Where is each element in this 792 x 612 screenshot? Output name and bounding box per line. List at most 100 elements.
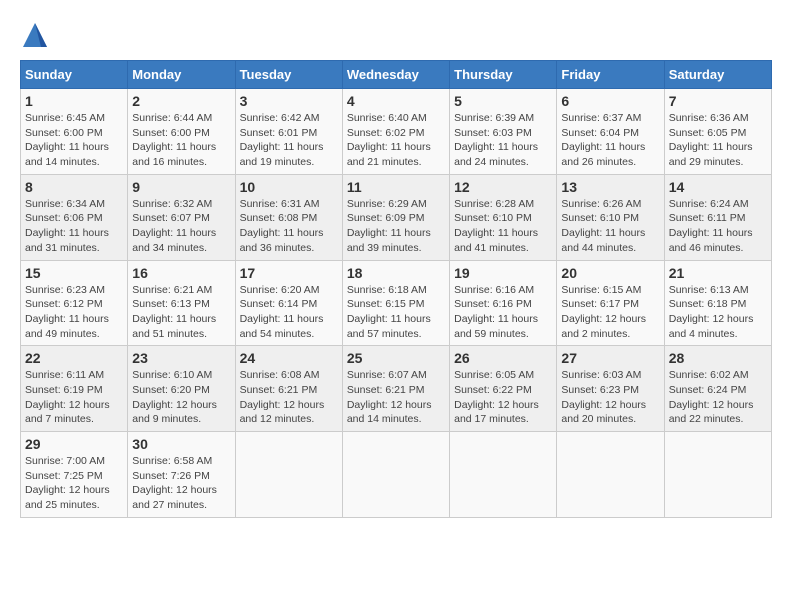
day-info: Sunrise: 6:31 AMSunset: 6:08 PMDaylight:… <box>240 197 338 256</box>
calendar-cell: 16 Sunrise: 6:21 AMSunset: 6:13 PMDayligh… <box>128 260 235 346</box>
day-info: Sunrise: 6:16 AMSunset: 6:16 PMDaylight:… <box>454 283 552 342</box>
day-number: 12 <box>454 179 552 195</box>
calendar-cell: 27 Sunrise: 6:03 AMSunset: 6:23 PMDayligh… <box>557 346 664 432</box>
day-number: 23 <box>132 350 230 366</box>
day-number: 14 <box>669 179 767 195</box>
calendar-cell: 7 Sunrise: 6:36 AMSunset: 6:05 PMDaylight… <box>664 89 771 175</box>
day-info: Sunrise: 6:11 AMSunset: 6:19 PMDaylight:… <box>25 368 123 427</box>
day-number: 3 <box>240 93 338 109</box>
day-number: 7 <box>669 93 767 109</box>
calendar-cell: 14 Sunrise: 6:24 AMSunset: 6:11 PMDayligh… <box>664 174 771 260</box>
day-number: 17 <box>240 265 338 281</box>
calendar-cell: 4 Sunrise: 6:40 AMSunset: 6:02 PMDaylight… <box>342 89 449 175</box>
day-number: 21 <box>669 265 767 281</box>
calendar-cell: 2Sunrise: 6:44 AMSunset: 6:00 PMDaylight… <box>128 89 235 175</box>
day-info: Sunrise: 6:58 AMSunset: 7:26 PMDaylight:… <box>132 454 230 513</box>
day-info: Sunrise: 6:40 AMSunset: 6:02 PMDaylight:… <box>347 111 445 170</box>
day-number: 2 <box>132 93 230 109</box>
calendar-cell: 8 Sunrise: 6:34 AMSunset: 6:06 PMDaylight… <box>21 174 128 260</box>
day-number: 16 <box>132 265 230 281</box>
calendar-cell: 28 Sunrise: 6:02 AMSunset: 6:24 PMDayligh… <box>664 346 771 432</box>
day-number: 4 <box>347 93 445 109</box>
day-number: 26 <box>454 350 552 366</box>
calendar-week-row: 22 Sunrise: 6:11 AMSunset: 6:19 PMDayligh… <box>21 346 772 432</box>
calendar-week-row: 8 Sunrise: 6:34 AMSunset: 6:06 PMDaylight… <box>21 174 772 260</box>
calendar-header-friday: Friday <box>557 61 664 89</box>
day-info: Sunrise: 6:08 AMSunset: 6:21 PMDaylight:… <box>240 368 338 427</box>
calendar-table: SundayMondayTuesdayWednesdayThursdayFrid… <box>20 60 772 518</box>
calendar-cell: 20 Sunrise: 6:15 AMSunset: 6:17 PMDayligh… <box>557 260 664 346</box>
day-number: 10 <box>240 179 338 195</box>
day-info: Sunrise: 6:05 AMSunset: 6:22 PMDaylight:… <box>454 368 552 427</box>
calendar-header-wednesday: Wednesday <box>342 61 449 89</box>
day-number: 5 <box>454 93 552 109</box>
day-info: Sunrise: 6:23 AMSunset: 6:12 PMDaylight:… <box>25 283 123 342</box>
logo-icon <box>20 20 50 50</box>
day-info: Sunrise: 6:39 AMSunset: 6:03 PMDaylight:… <box>454 111 552 170</box>
day-number: 25 <box>347 350 445 366</box>
day-info: Sunrise: 6:32 AMSunset: 6:07 PMDaylight:… <box>132 197 230 256</box>
day-info: Sunrise: 6:42 AMSunset: 6:01 PMDaylight:… <box>240 111 338 170</box>
calendar-cell: 10 Sunrise: 6:31 AMSunset: 6:08 PMDayligh… <box>235 174 342 260</box>
calendar-header-saturday: Saturday <box>664 61 771 89</box>
calendar-header-sunday: Sunday <box>21 61 128 89</box>
calendar-header-thursday: Thursday <box>450 61 557 89</box>
day-number: 20 <box>561 265 659 281</box>
calendar-cell: 11Sunrise: 6:29 AMSunset: 6:09 PMDayligh… <box>342 174 449 260</box>
calendar-cell <box>664 432 771 518</box>
calendar-cell: 26 Sunrise: 6:05 AMSunset: 6:22 PMDayligh… <box>450 346 557 432</box>
calendar-header-row: SundayMondayTuesdayWednesdayThursdayFrid… <box>21 61 772 89</box>
day-number: 24 <box>240 350 338 366</box>
calendar-cell <box>235 432 342 518</box>
calendar-week-row: 29Sunrise: 7:00 AMSunset: 7:25 PMDayligh… <box>21 432 772 518</box>
calendar-cell: 17 Sunrise: 6:20 AMSunset: 6:14 PMDayligh… <box>235 260 342 346</box>
day-info: Sunrise: 6:07 AMSunset: 6:21 PMDaylight:… <box>347 368 445 427</box>
day-info: Sunrise: 6:03 AMSunset: 6:23 PMDaylight:… <box>561 368 659 427</box>
calendar-cell: 9 Sunrise: 6:32 AMSunset: 6:07 PMDaylight… <box>128 174 235 260</box>
day-number: 28 <box>669 350 767 366</box>
day-number: 18 <box>347 265 445 281</box>
calendar-cell <box>342 432 449 518</box>
calendar-week-row: 15Sunrise: 6:23 AMSunset: 6:12 PMDayligh… <box>21 260 772 346</box>
day-number: 1 <box>25 93 123 109</box>
day-info: Sunrise: 6:45 AMSunset: 6:00 PMDaylight:… <box>25 111 123 170</box>
day-info: Sunrise: 6:20 AMSunset: 6:14 PMDaylight:… <box>240 283 338 342</box>
calendar-cell: 22 Sunrise: 6:11 AMSunset: 6:19 PMDayligh… <box>21 346 128 432</box>
calendar-cell: 12 Sunrise: 6:28 AMSunset: 6:10 PMDayligh… <box>450 174 557 260</box>
calendar-cell: 6Sunrise: 6:37 AMSunset: 6:04 PMDaylight… <box>557 89 664 175</box>
day-number: 19 <box>454 265 552 281</box>
day-info: Sunrise: 6:26 AMSunset: 6:10 PMDaylight:… <box>561 197 659 256</box>
calendar-cell <box>557 432 664 518</box>
page-header <box>20 20 772 50</box>
day-number: 30 <box>132 436 230 452</box>
day-info: Sunrise: 6:02 AMSunset: 6:24 PMDaylight:… <box>669 368 767 427</box>
day-info: Sunrise: 6:36 AMSunset: 6:05 PMDaylight:… <box>669 111 767 170</box>
day-number: 27 <box>561 350 659 366</box>
calendar-cell <box>450 432 557 518</box>
day-number: 22 <box>25 350 123 366</box>
day-info: Sunrise: 6:18 AMSunset: 6:15 PMDaylight:… <box>347 283 445 342</box>
calendar-week-row: 1 Sunrise: 6:45 AMSunset: 6:00 PMDaylight… <box>21 89 772 175</box>
day-info: Sunrise: 6:24 AMSunset: 6:11 PMDaylight:… <box>669 197 767 256</box>
calendar-header-monday: Monday <box>128 61 235 89</box>
day-info: Sunrise: 6:10 AMSunset: 6:20 PMDaylight:… <box>132 368 230 427</box>
calendar-cell: 5 Sunrise: 6:39 AMSunset: 6:03 PMDaylight… <box>450 89 557 175</box>
calendar-cell: 3 Sunrise: 6:42 AMSunset: 6:01 PMDaylight… <box>235 89 342 175</box>
calendar-cell: 24 Sunrise: 6:08 AMSunset: 6:21 PMDayligh… <box>235 346 342 432</box>
day-info: Sunrise: 6:13 AMSunset: 6:18 PMDaylight:… <box>669 283 767 342</box>
logo <box>20 20 52 50</box>
calendar-cell: 19 Sunrise: 6:16 AMSunset: 6:16 PMDayligh… <box>450 260 557 346</box>
day-number: 13 <box>561 179 659 195</box>
day-info: Sunrise: 6:21 AMSunset: 6:13 PMDaylight:… <box>132 283 230 342</box>
day-number: 11 <box>347 179 445 195</box>
day-info: Sunrise: 6:34 AMSunset: 6:06 PMDaylight:… <box>25 197 123 256</box>
day-number: 8 <box>25 179 123 195</box>
day-number: 9 <box>132 179 230 195</box>
calendar-cell: 15Sunrise: 6:23 AMSunset: 6:12 PMDayligh… <box>21 260 128 346</box>
day-number: 6 <box>561 93 659 109</box>
calendar-cell: 29Sunrise: 7:00 AMSunset: 7:25 PMDayligh… <box>21 432 128 518</box>
calendar-cell: 25 Sunrise: 6:07 AMSunset: 6:21 PMDayligh… <box>342 346 449 432</box>
day-info: Sunrise: 7:00 AMSunset: 7:25 PMDaylight:… <box>25 454 123 513</box>
day-info: Sunrise: 6:28 AMSunset: 6:10 PMDaylight:… <box>454 197 552 256</box>
day-info: Sunrise: 6:15 AMSunset: 6:17 PMDaylight:… <box>561 283 659 342</box>
